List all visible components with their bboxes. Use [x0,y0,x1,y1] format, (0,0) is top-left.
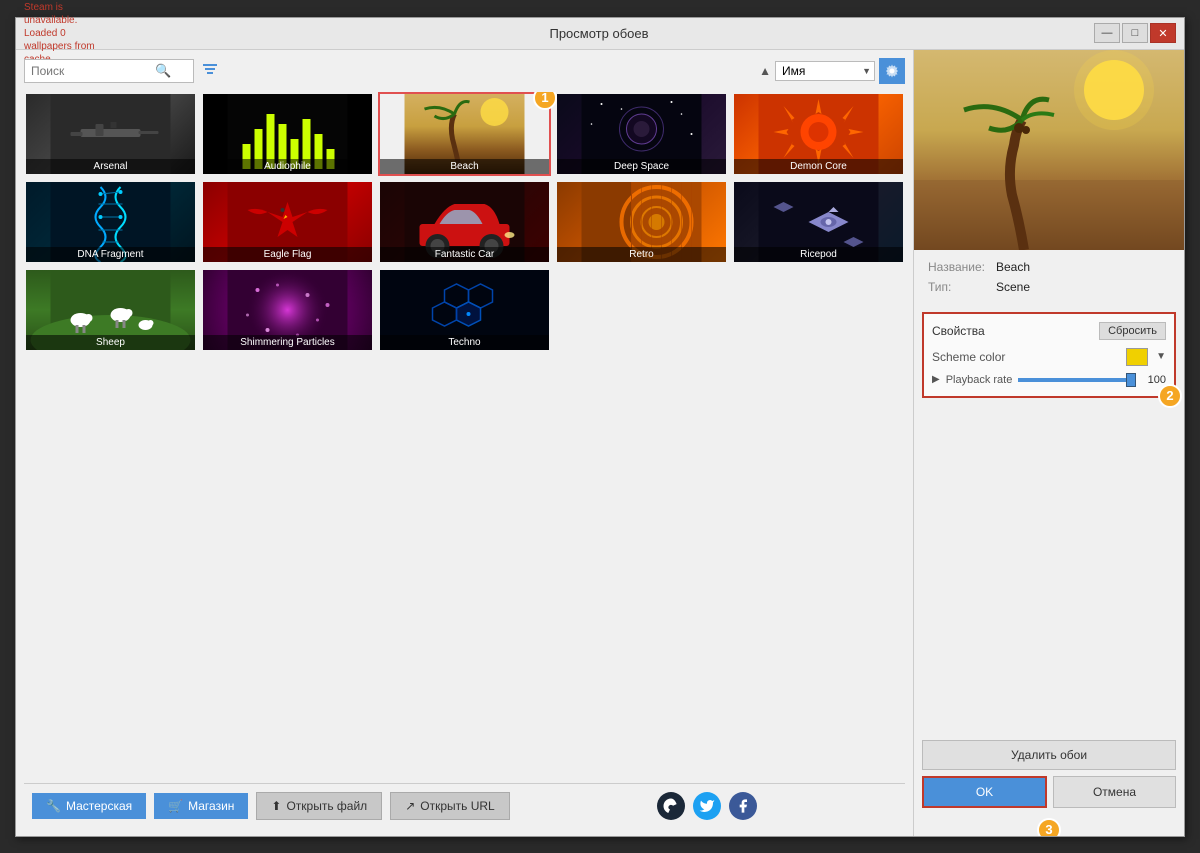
properties-title: Свойства [932,324,985,338]
open-url-button[interactable]: ↗ Открыть URL [390,792,510,820]
reset-button[interactable]: Сбросить [1099,322,1166,340]
facebook-icon[interactable] [729,792,757,820]
name-label: Название: [928,260,988,274]
badge-3: 3 [1037,818,1061,836]
wallpaper-beach[interactable]: Beach 1 [378,92,551,176]
scheme-color-row: Scheme color ▼ [932,348,1166,366]
sort-select-wrapper: Имя Дата Рейтинг [775,61,875,81]
demoncore-label: Demon Core [734,159,903,174]
type-value: Scene [996,280,1030,294]
type-row: Тип: Scene [928,280,1170,294]
link-icon: ↗ [405,799,415,813]
delete-button[interactable]: Удалить обои [922,740,1176,770]
eagleflag-label: Eagle Flag [203,247,372,262]
slider-fill [1018,378,1136,382]
retro-label: Retro [557,247,726,262]
error-line1: Steam is unavailable. [24,1,104,27]
sheep-label: Sheep [26,335,195,350]
window-controls: — □ ✕ [1094,23,1176,43]
open-file-button[interactable]: ⬆ Открыть файл [256,792,382,820]
wallpaper-retro[interactable]: Retro [555,180,728,264]
wallpaper-arsenal[interactable]: Arsenal [24,92,197,176]
slider-thumb [1126,373,1136,387]
wallpaper-grid: Arsenal [24,92,905,775]
color-dropdown-arrow[interactable]: ▼ [1156,351,1166,362]
maximize-button[interactable]: □ [1122,23,1148,43]
search-input[interactable] [31,64,151,78]
wallpaper-deepspace[interactable]: Deep Space [555,92,728,176]
shimmering-label: Shimmering Particles [203,335,372,350]
color-swatch[interactable] [1126,348,1148,366]
wallpaper-shimmering[interactable]: Shimmering Particles [201,268,374,352]
gear-icon [885,64,899,78]
upload-icon: ⬆ [271,799,281,813]
badge-1: 1 [533,92,557,110]
shop-button[interactable]: 🛒 Магазин [154,793,248,819]
beach-label: Beach [380,159,549,174]
prop-header: Свойства Сбросить [932,322,1166,340]
right-panel: Название: Beach Тип: Scene Свойства Сбро… [914,50,1184,836]
workshop-button[interactable]: 🔧 Мастерская [32,793,146,819]
wallpaper-sheep[interactable]: Sheep [24,268,197,352]
playback-label: Playback rate [946,374,1013,386]
wallpaper-eagleflag[interactable]: Eagle Flag [201,180,374,264]
play-arrow-icon: ▶ [932,374,940,385]
fantasticcar-label: Fantastic Car [380,247,549,262]
techno-label: Techno [380,335,549,350]
social-icons [657,792,757,820]
ok-cancel-row: OK Отмена 3 [922,776,1176,828]
preview-art [914,50,1184,250]
bottom-bar: 🔧 Мастерская 🛒 Магазин ⬆ Открыть файл ↗ … [24,783,905,828]
filter-icon[interactable] [202,62,218,79]
content-area: 🔍 ▲ Имя Дата Рейтинг [16,50,1184,836]
steam-icon[interactable] [657,792,685,820]
wallpaper-techno[interactable]: Techno [378,268,551,352]
playback-slider[interactable] [1018,378,1136,382]
wallpaper-demoncore[interactable]: Demon Core [732,92,905,176]
search-icon: 🔍 [155,63,171,79]
playback-row: ▶ Playback rate 100 [932,374,1166,386]
preview-info: Название: Beach Тип: Scene [914,250,1184,304]
name-row: Название: Beach [928,260,1170,274]
scheme-color-label: Scheme color [932,350,1118,364]
left-panel: 🔍 ▲ Имя Дата Рейтинг [16,50,914,836]
wallpaper-audiophile[interactable]: Audiophile [201,92,374,176]
arsenal-label: Arsenal [26,159,195,174]
cancel-button[interactable]: Отмена [1053,776,1176,808]
cart-icon: 🛒 [168,799,183,813]
wallpaper-ricepod[interactable]: Ricepod [732,180,905,264]
sort-select[interactable]: Имя Дата Рейтинг [775,61,875,81]
playback-value: 100 [1142,374,1166,386]
wallpaper-fantasticcar[interactable]: Fantastic Car [378,180,551,264]
twitter-icon[interactable] [693,792,721,820]
preview-image [914,50,1184,250]
name-value: Beach [996,260,1030,274]
ricepod-label: Ricepod [734,247,903,262]
badge-2: 2 [1158,384,1182,408]
sort-arrow-icon: ▲ [759,64,771,78]
main-window: Steam is unavailable. Loaded 0 wallpaper… [15,17,1185,837]
right-bottom: Удалить обои OK Отмена 3 [914,732,1184,836]
deepspace-label: Deep Space [557,159,726,174]
minimize-button[interactable]: — [1094,23,1120,43]
title-bar: Steam is unavailable. Loaded 0 wallpaper… [16,18,1184,50]
search-box: 🔍 [24,59,194,83]
toolbar: 🔍 ▲ Имя Дата Рейтинг [24,58,905,84]
settings-button[interactable] [879,58,905,84]
dnafragment-label: DNA Fragment [26,247,195,262]
type-label: Тип: [928,280,988,294]
properties-box: Свойства Сбросить Scheme color ▼ ▶ Playb… [922,312,1176,398]
window-title: Просмотр обоев [104,26,1094,41]
close-button[interactable]: ✕ [1150,23,1176,43]
ok-button[interactable]: OK [922,776,1047,808]
wrench-icon: 🔧 [46,799,61,813]
wallpaper-dnafragment[interactable]: DNA Fragment [24,180,197,264]
sort-dropdown: ▲ Имя Дата Рейтинг [759,58,905,84]
audiophile-label: Audiophile [203,159,372,174]
